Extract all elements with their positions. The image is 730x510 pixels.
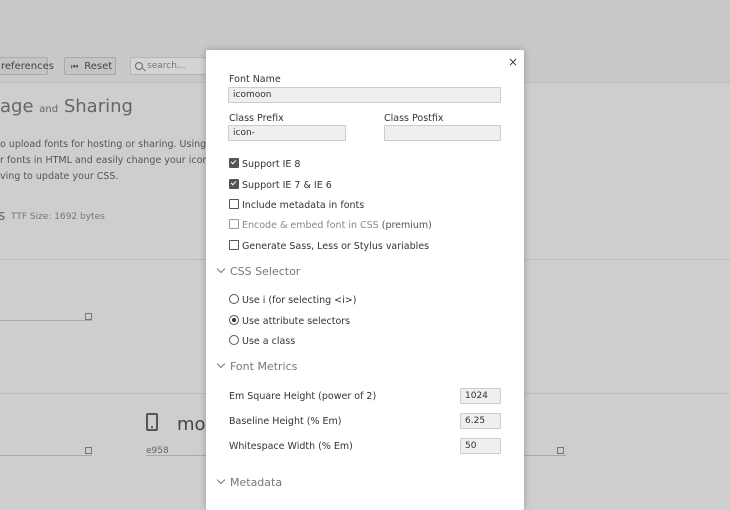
font-preferences-dialog: × Font Name Class Prefix Class Postfix S… [206,50,524,510]
option-label: Support IE 8 [242,159,301,170]
embed-font-checkbox[interactable]: Encode & embed font in CSS (premium) [229,219,432,231]
section-title: CSS Selector [230,265,301,278]
checkbox-icon [229,219,239,229]
bg-field[interactable] [0,443,92,456]
reset-button[interactable]: ⏮ Reset [64,57,116,75]
title-part: age [0,96,34,117]
radio-icon [229,294,239,304]
radio-label: Use i (for selecting <i>) [242,295,357,306]
whitespace-width-input[interactable] [460,438,501,454]
css-selector-section-header[interactable]: CSS Selector [216,264,301,278]
class-postfix-label: Class Postfix [384,113,444,124]
section-title: Metadata [230,476,283,489]
option-label: Generate Sass, Less or Stylus variables [242,241,430,252]
close-icon[interactable]: × [508,56,518,68]
title-part: Sharing [63,96,133,117]
chevron-down-icon [216,475,226,485]
search-icon [135,62,143,70]
support-ie7-checkbox[interactable]: Support IE 7 & IE 6 [229,179,332,191]
font-name-input[interactable] [228,87,501,103]
option-label: Support IE 7 & IE 6 [242,180,332,191]
preferences-label: references [1,61,54,72]
class-postfix-input[interactable] [384,125,501,141]
checkbox-checked-icon [229,179,239,189]
glyph-preview: s [0,208,6,224]
bg-checkbox[interactable] [85,313,92,320]
premium-note: (premium) [381,220,432,231]
option-label: Include metadata in fonts [242,200,365,211]
radio-label: Use a class [242,336,296,347]
option-label: Encode & embed font in CSS [242,220,379,231]
selector-i-radio[interactable]: Use i (for selecting <i>) [229,294,356,306]
em-square-input[interactable] [460,388,501,404]
reset-icon: ⏮ [71,62,79,71]
preferences-button[interactable]: references [0,57,54,75]
bg-checkbox[interactable] [85,447,92,454]
bg-field[interactable] [0,308,92,321]
checkbox-icon [229,240,239,250]
em-square-label: Em Square Height (power of 2) [229,391,377,402]
baseline-height-label: Baseline Height (% Em) [229,416,342,427]
chevron-down-icon [216,359,226,369]
reset-label: Reset [84,61,113,72]
chevron-down-icon [216,264,226,274]
bg-field[interactable] [146,443,206,456]
section-title: Font Metrics [230,360,298,373]
bg-checkbox[interactable] [557,447,564,454]
radio-label: Use attribute selectors [242,316,351,327]
whitespace-width-label: Whitespace Width (% Em) [229,441,353,452]
include-metadata-checkbox[interactable]: Include metadata in fonts [229,199,364,211]
support-ie8-checkbox[interactable]: Support IE 8 [229,158,300,170]
font-metrics-section-header[interactable]: Font Metrics [216,359,298,373]
search-placeholder: search... [147,61,186,71]
font-name-label: Font Name [229,74,281,85]
page-title: age and Sharing [0,96,133,117]
radio-icon [229,335,239,345]
selector-class-radio[interactable]: Use a class [229,335,295,347]
class-prefix-label: Class Prefix [229,113,284,124]
title-part: and [39,104,59,115]
radio-selected-icon [229,315,239,325]
selector-attribute-radio[interactable]: Use attribute selectors [229,315,350,327]
baseline-height-input[interactable] [460,413,501,429]
class-prefix-input[interactable] [228,125,346,141]
checkbox-checked-icon [229,158,239,168]
metadata-section-header[interactable]: Metadata [216,475,283,489]
checkbox-icon [229,199,239,209]
ttf-size: TTF Size: 1692 bytes [11,212,105,222]
generate-variables-checkbox[interactable]: Generate Sass, Less or Stylus variables [229,240,429,252]
mobile-icon [146,413,158,431]
